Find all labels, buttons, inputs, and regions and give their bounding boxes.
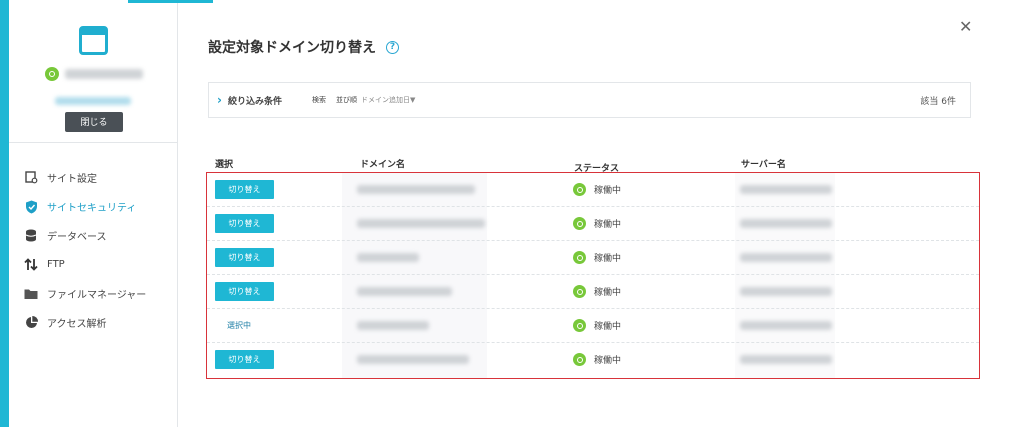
site-profile: 閉じる xyxy=(9,3,177,143)
column-header-server: サーバー名 xyxy=(741,160,786,170)
sidebar-item-ftp[interactable]: FTP xyxy=(9,250,177,279)
power-on-icon xyxy=(573,353,586,366)
sidebar-item-label: データベース xyxy=(47,232,107,243)
site-status-row xyxy=(45,67,143,81)
domain-table: 切り替え 稼働中 切り替え 稼働中 切り替え 稼働中 切り替え 稼働中 選択中 … xyxy=(206,172,980,379)
close-button[interactable]: 閉じる xyxy=(65,112,123,132)
status-text: 稼働中 xyxy=(594,254,622,264)
server-name-redacted xyxy=(740,219,832,228)
server-name-redacted xyxy=(740,185,832,194)
table-row: 切り替え 稼働中 xyxy=(207,173,979,207)
table-row: 切り替え 稼働中 xyxy=(207,207,979,241)
sidebar-item-label: サイト設定 xyxy=(47,174,97,185)
power-on-icon xyxy=(573,217,586,230)
status-text: 稼働中 xyxy=(594,186,622,196)
status-cell: 稼働中 xyxy=(573,251,621,264)
domain-name-redacted xyxy=(357,321,429,330)
status-cell: 稼働中 xyxy=(573,353,621,366)
site-settings-icon xyxy=(23,171,39,185)
filter-label: 絞り込み条件 xyxy=(227,96,282,107)
status-text: 稼働中 xyxy=(594,356,622,366)
power-on-icon xyxy=(573,251,586,264)
chevron-right-icon: › xyxy=(217,93,222,107)
power-on-icon xyxy=(573,183,586,196)
sidebar-item-access-analytics[interactable]: アクセス解析 xyxy=(9,308,177,337)
status-text: 稼働中 xyxy=(594,322,622,332)
table-row: 切り替え 稼働中 xyxy=(207,241,979,275)
table-header: 選択 ドメイン名 ステータス サーバー名 xyxy=(208,153,971,174)
sidebar-item-label: FTP xyxy=(47,259,65,270)
filter-search[interactable]: 検索 xyxy=(312,95,326,105)
sidebar-item-label: サイトセキュリティ xyxy=(47,203,137,214)
sort-select[interactable]: ドメイン追加日▼ xyxy=(361,95,415,105)
status-text: 稼働中 xyxy=(594,288,622,298)
help-icon[interactable]: ? xyxy=(386,40,399,54)
page-title: 設定対象ドメイン切り替え ? xyxy=(208,37,399,57)
switch-button[interactable]: 切り替え xyxy=(215,248,274,267)
sidebar-item-database[interactable]: データベース xyxy=(9,221,177,250)
sidebar-item-label: アクセス解析 xyxy=(47,319,107,330)
table-row: 切り替え 稼働中 xyxy=(207,343,979,377)
sidebar-item-site-security[interactable]: サイトセキュリティ xyxy=(9,192,177,221)
filter-bar[interactable]: › 絞り込み条件 検索 並び順 ドメイン追加日▼ 該当 6件 xyxy=(208,82,971,118)
transfer-arrows-icon xyxy=(23,258,39,272)
page-title-text: 設定対象ドメイン切り替え xyxy=(208,40,376,56)
selected-indicator: 選択中 xyxy=(227,321,251,330)
switch-button[interactable]: 切り替え xyxy=(215,282,274,301)
status-cell: 稼働中 xyxy=(573,319,621,332)
status-cell: 稼働中 xyxy=(573,217,621,230)
folder-icon xyxy=(23,287,39,301)
switch-button[interactable]: 切り替え xyxy=(215,214,274,233)
sidebar: 閉じる サイト設定 サイトセキュリティ データベース FTP ファイルマネージャ… xyxy=(9,3,178,427)
server-name-redacted xyxy=(740,321,832,330)
domain-name-redacted xyxy=(357,219,485,228)
column-header-select: 選択 xyxy=(215,160,234,170)
sidebar-item-site-settings[interactable]: サイト設定 xyxy=(9,163,177,192)
table-row: 選択中 稼働中 xyxy=(207,309,979,343)
server-name-redacted xyxy=(740,287,832,296)
power-on-icon xyxy=(45,67,59,81)
left-accent-bar xyxy=(0,0,9,427)
status-text: 稼働中 xyxy=(594,220,622,230)
result-count: 該当 6件 xyxy=(920,96,956,107)
site-id-redacted xyxy=(55,97,131,105)
column-header-domain: ドメイン名 xyxy=(360,160,406,170)
sort-label: 並び順 xyxy=(335,96,357,104)
main-panel: 設定対象ドメイン切り替え ? ✕ › 絞り込み条件 検索 並び順 ドメイン追加日… xyxy=(178,3,1024,427)
power-on-icon xyxy=(573,319,586,332)
sidebar-item-label: ファイルマネージャー xyxy=(47,290,147,301)
domain-name-redacted xyxy=(357,253,419,262)
sidebar-item-file-manager[interactable]: ファイルマネージャー xyxy=(9,279,177,308)
pie-chart-icon xyxy=(23,316,39,330)
domain-name-redacted xyxy=(357,287,452,296)
shield-icon xyxy=(23,200,39,214)
switch-button[interactable]: 切り替え xyxy=(215,350,274,369)
database-icon xyxy=(23,229,39,243)
switch-button[interactable]: 切り替え xyxy=(215,180,274,199)
status-cell: 稼働中 xyxy=(573,183,621,196)
domain-name-redacted xyxy=(357,185,475,194)
server-name-redacted xyxy=(740,253,832,262)
domain-name-redacted xyxy=(357,355,469,364)
close-icon[interactable]: ✕ xyxy=(959,17,972,36)
site-name-redacted xyxy=(65,69,143,79)
status-cell: 稼働中 xyxy=(573,285,621,298)
site-window-icon xyxy=(79,26,108,55)
table-row: 切り替え 稼働中 xyxy=(207,275,979,309)
server-name-redacted xyxy=(740,355,832,364)
power-on-icon xyxy=(573,285,586,298)
modal-frame: 閉じる サイト設定 サイトセキュリティ データベース FTP ファイルマネージャ… xyxy=(0,0,1024,427)
sidebar-nav: サイト設定 サイトセキュリティ データベース FTP ファイルマネージャー アク… xyxy=(9,163,177,337)
